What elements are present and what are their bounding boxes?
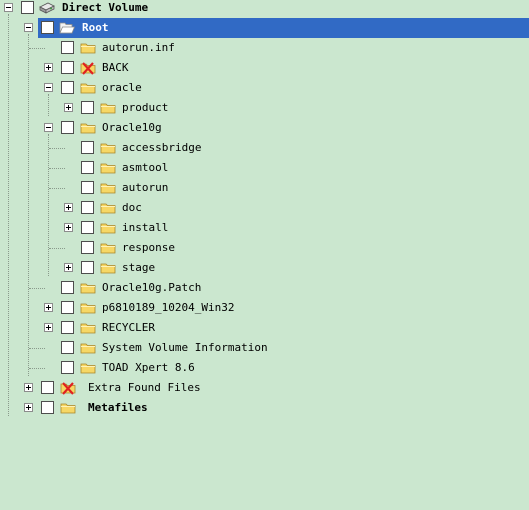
tree-node-root[interactable]: Root (38, 18, 529, 38)
node-label: oracle (102, 81, 142, 94)
node-checkbox[interactable] (81, 241, 94, 254)
tree-node-response[interactable]: response (0, 238, 529, 258)
node-label: Root (82, 21, 109, 34)
node-label: BACK (102, 61, 129, 74)
tree-node-recycler[interactable]: RECYCLER (0, 318, 529, 338)
node-label: accessbridge (122, 141, 202, 154)
expand-toggle[interactable] (64, 223, 73, 232)
folder-icon (80, 340, 96, 356)
file-tree: Direct Volume Root autorun.inf BACK orac… (0, 0, 529, 420)
node-checkbox[interactable] (81, 141, 94, 154)
node-label: p6810189_10204_Win32 (102, 301, 235, 314)
node-checkbox[interactable] (81, 181, 94, 194)
tree-node-stage[interactable]: stage (0, 258, 529, 278)
node-label: install (122, 221, 169, 234)
collapse-toggle[interactable] (44, 123, 53, 132)
folder-icon (60, 400, 76, 416)
node-label: System Volume Information (102, 341, 268, 354)
node-checkbox[interactable] (81, 261, 94, 274)
tree-node-product[interactable]: product (0, 98, 529, 118)
folder-icon (80, 320, 96, 336)
folder-icon (100, 260, 116, 276)
folder-icon (80, 280, 96, 296)
node-checkbox[interactable] (41, 401, 54, 414)
node-checkbox[interactable] (61, 361, 74, 374)
tree-node-asmtool[interactable]: asmtool (0, 158, 529, 178)
tree-node-install[interactable]: install (0, 218, 529, 238)
node-label: TOAD Xpert 8.6 (102, 361, 195, 374)
tree-node-oracle10g[interactable]: Oracle10g (0, 118, 529, 138)
folder-open-icon (59, 20, 76, 36)
node-checkbox[interactable] (61, 341, 74, 354)
node-checkbox[interactable] (81, 201, 94, 214)
folder-icon (100, 180, 116, 196)
tree-node-extra-found-files[interactable]: Extra Found Files (0, 378, 529, 398)
node-checkbox[interactable] (81, 221, 94, 234)
tree-node-p6810189[interactable]: p6810189_10204_Win32 (0, 298, 529, 318)
folder-icon (100, 220, 116, 236)
expand-toggle[interactable] (24, 403, 33, 412)
expand-toggle[interactable] (64, 103, 73, 112)
node-checkbox[interactable] (41, 21, 54, 34)
node-checkbox[interactable] (61, 121, 74, 134)
folder-icon (80, 300, 96, 316)
node-checkbox[interactable] (61, 81, 74, 94)
folder-icon (100, 140, 116, 156)
node-label: autorun (122, 181, 169, 194)
node-label: asmtool (122, 161, 169, 174)
deleted-icon (60, 380, 76, 396)
tree-node-direct-volume[interactable]: Direct Volume (0, 0, 529, 18)
node-label: stage (122, 261, 156, 274)
expand-toggle[interactable] (24, 383, 33, 392)
node-label: product (122, 101, 169, 114)
folder-icon (80, 40, 96, 56)
tree-node-autorun-inf[interactable]: autorun.inf (0, 38, 529, 58)
node-label: Oracle10g.Patch (102, 281, 202, 294)
node-label: RECYCLER (102, 321, 155, 334)
node-label: Oracle10g (102, 121, 162, 134)
node-label: Extra Found Files (88, 381, 201, 394)
expand-toggle[interactable] (44, 303, 53, 312)
tree-node-oracle[interactable]: oracle (0, 78, 529, 98)
tree-node-oracle10g-patch[interactable]: Oracle10g.Patch (0, 278, 529, 298)
root-expander-cell (0, 18, 38, 38)
folder-icon (100, 200, 116, 216)
node-checkbox[interactable] (61, 301, 74, 314)
folder-icon (100, 160, 116, 176)
folder-icon (100, 240, 116, 256)
folder-icon (80, 120, 96, 136)
node-checkbox[interactable] (61, 61, 74, 74)
expand-toggle[interactable] (64, 263, 73, 272)
collapse-toggle[interactable] (44, 83, 53, 92)
drive-icon (39, 0, 55, 16)
collapse-toggle[interactable] (24, 23, 33, 32)
folder-icon (100, 100, 116, 116)
node-checkbox[interactable] (61, 281, 74, 294)
tree-node-back[interactable]: BACK (0, 58, 529, 78)
expand-toggle[interactable] (44, 323, 53, 332)
deleted-icon (80, 60, 96, 76)
node-checkbox[interactable] (61, 41, 74, 54)
tree-node-toad-xpert[interactable]: TOAD Xpert 8.6 (0, 358, 529, 378)
node-checkbox[interactable] (41, 381, 54, 394)
node-label: doc (122, 201, 142, 214)
node-label: Direct Volume (62, 1, 149, 14)
node-checkbox[interactable] (21, 1, 34, 14)
tree-node-system-volume-information[interactable]: System Volume Information (0, 338, 529, 358)
node-label: Metafiles (88, 401, 148, 414)
node-label: response (122, 241, 175, 254)
collapse-toggle[interactable] (4, 3, 13, 12)
folder-icon (80, 80, 96, 96)
tree-node-autorun[interactable]: autorun (0, 178, 529, 198)
node-checkbox[interactable] (81, 161, 94, 174)
tree-node-doc[interactable]: doc (0, 198, 529, 218)
expand-toggle[interactable] (64, 203, 73, 212)
node-checkbox[interactable] (61, 321, 74, 334)
tree-node-accessbridge[interactable]: accessbridge (0, 138, 529, 158)
node-label: autorun.inf (102, 41, 175, 54)
tree-node-metafiles[interactable]: Metafiles (0, 398, 529, 418)
folder-icon (80, 360, 96, 376)
expand-toggle[interactable] (44, 63, 53, 72)
node-checkbox[interactable] (81, 101, 94, 114)
